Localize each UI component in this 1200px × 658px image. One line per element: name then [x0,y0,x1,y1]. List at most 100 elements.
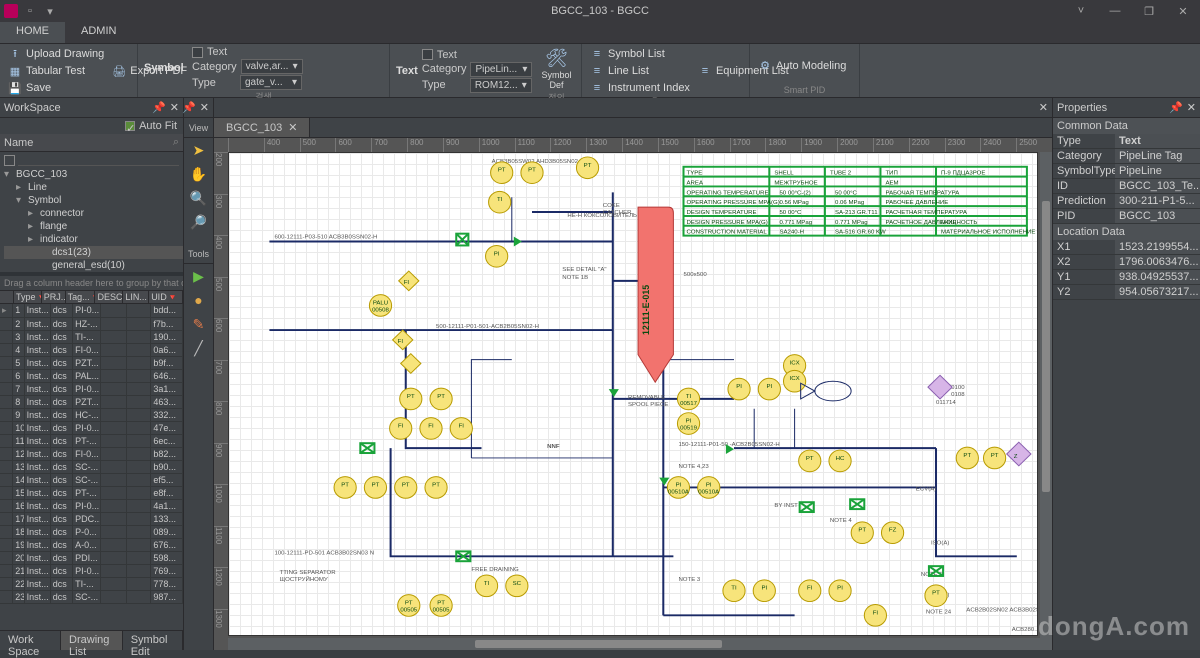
table-row[interactable]: 12Inst...dcsFI-0...b82... [0,448,183,461]
table-row[interactable]: 15Inst...dcsPT-...e8f... [0,487,183,500]
property-row[interactable]: SymbolTypePipeLine [1053,164,1200,179]
tree-node[interactable]: ▸indicator [4,233,183,246]
filter-check[interactable] [4,155,15,166]
table-row[interactable]: 6Inst...dcsPAL...646... [0,370,183,383]
pin-icon[interactable]: 📌 [152,101,166,114]
table-row[interactable]: 7Inst...dcsPI-0...3a1... [0,383,183,396]
table-row[interactable]: 18Inst...dcsP-0...089... [0,526,183,539]
table-row[interactable]: 4Inst...dcsFI-0...0a6... [0,344,183,357]
symbol-list-button[interactable]: ≡Symbol List [588,46,692,62]
name-column-header[interactable]: Name [4,137,33,149]
pin-icon[interactable]: 📌 [182,101,196,114]
property-row[interactable]: Y1938.04925537... [1053,270,1200,285]
minimize-button[interactable]: — [1098,0,1132,22]
table-row[interactable]: 23Inst...dcsSC-...987... [0,591,183,604]
symbol-def-button[interactable]: 🛠SymbolDef [538,46,575,91]
upload-drawing-button[interactable]: ⭱Upload Drawing [6,46,106,62]
workspace-bottom-tab[interactable]: Symbol Edit [123,631,183,650]
table-row[interactable]: 13Inst...dcsSC-...b90... [0,461,183,474]
tag-tool[interactable]: ✎ [184,312,213,336]
symbol-type-combo[interactable]: Typegate_v...▾ [192,75,303,90]
pipeline-type-combo[interactable]: TypeROM12...▾ [422,78,533,93]
close-button[interactable]: ✕ [1166,0,1200,22]
property-row[interactable]: X21796.0063476... [1053,255,1200,270]
table-row[interactable]: 16Inst...dcsPI-0...4a1... [0,500,183,513]
grid-header[interactable]: Type🔻 [14,291,42,303]
grid-header[interactable]: UID🔻 [149,291,183,303]
tree-node[interactable]: dcs1(23) [4,246,183,259]
pointer-tool[interactable]: ➤ [184,138,213,162]
table-row[interactable]: 14Inst...dcsSC-...ef5... [0,474,183,487]
zoom-in-tool[interactable]: 🔍 [184,186,213,210]
ribbon-collapse-icon[interactable]: ˅ [1064,0,1098,22]
table-row[interactable]: 19Inst...dcsA-0...676... [0,539,183,552]
property-row[interactable]: IDBGCC_103_Te... [1053,179,1200,194]
props-cat-common[interactable]: Common Data [1053,118,1200,134]
auto-modeling-button[interactable]: ⚙Auto Modeling [756,46,848,85]
pan-tool[interactable]: ✋ [184,162,213,186]
close-icon[interactable]: ✕ [288,121,297,134]
line-list-button[interactable]: ≡Line List [588,63,692,79]
table-row[interactable]: 10Inst...dcsPI-0...47e... [0,422,183,435]
table-row[interactable]: 5Inst...dcsPZT...b9f... [0,357,183,370]
table-row[interactable]: 9Inst...dcsHC-...332... [0,409,183,422]
symbol-category-combo[interactable]: Categoryvalve,ar...▾ [192,59,303,74]
instrument-index-button[interactable]: ≡Instrument Index [588,80,692,96]
maximize-button[interactable]: ❐ [1132,0,1166,22]
workspace-bottom-tab[interactable]: Work Space [0,631,61,650]
grid-header[interactable]: LIN...🔻 [123,291,149,303]
marker-tool[interactable]: ● [184,288,213,312]
drawing-canvas[interactable]: 600-12111-P03-510 ACB3B0SSN02-H 500-1211… [228,152,1038,636]
pin-icon[interactable]: 📌 [1169,101,1183,114]
tree-node[interactable]: ▸flange [4,220,183,233]
tab-home[interactable]: HOME [0,22,65,43]
table-row[interactable]: 2Inst...dcsHZ-...f7b... [0,318,183,331]
qat-down-icon[interactable]: ▾ [42,3,58,19]
document-tab[interactable]: BGCC_103✕ [214,118,310,137]
table-row[interactable]: 17Inst...dcsPDC...133... [0,513,183,526]
run-tool[interactable]: ▶ [184,264,213,288]
line-tool[interactable]: ╱ [184,336,213,360]
property-row[interactable]: TypeText [1053,134,1200,149]
table-row[interactable]: 22Inst...dcsTI-...778... [0,578,183,591]
grid-header[interactable] [0,291,14,303]
table-row[interactable]: 21Inst...dcsPI-0...769... [0,565,183,578]
table-row[interactable]: 3Inst...dcsTI-...190... [0,331,183,344]
close-icon[interactable]: ✕ [1039,101,1048,114]
tab-admin[interactable]: ADMIN [65,22,132,43]
table-row[interactable]: 20Inst...dcsPDI...598... [0,552,183,565]
filter-input[interactable] [18,154,179,166]
property-row[interactable]: CategoryPipeLine Tag [1053,149,1200,164]
save-button[interactable]: 💾Save [6,80,106,96]
zoom-out-tool[interactable]: 🔎 [184,210,213,234]
grid-header[interactable]: DESC🔻 [95,291,123,303]
svg-text:TUBE 2: TUBE 2 [830,171,852,177]
property-row[interactable]: X11523.2199554... [1053,240,1200,255]
props-cat-location[interactable]: Location Data [1053,224,1200,240]
tree-node[interactable]: ▸connector [4,207,183,220]
table-row[interactable]: 8Inst...dcsPZT...463... [0,396,183,409]
tree-node[interactable]: ▾Symbol [4,194,183,207]
property-row[interactable]: PIDBGCC_103 [1053,209,1200,224]
pipeline-category-combo[interactable]: CategoryPipeLin...▾ [422,62,533,77]
tree-node[interactable]: general_esd(10) [4,259,183,272]
workspace-bottom-tab[interactable]: Drawing List [61,631,123,650]
grid-header[interactable]: Tag...🔻 [66,291,96,303]
qat-new-icon[interactable]: ▫ [22,3,38,19]
close-icon[interactable]: ✕ [170,101,179,114]
close-icon[interactable]: ✕ [200,101,209,114]
scrollbar-horizontal[interactable] [228,638,1052,650]
pipeline-text-check[interactable]: Text [422,49,533,61]
tree-node[interactable]: ▾BGCC_103 [4,168,183,181]
tabular-test-button[interactable]: ▦Tabular Test [6,63,106,79]
symbol-text-check[interactable]: Text [192,46,303,58]
scrollbar-vertical[interactable] [1040,152,1052,638]
close-icon[interactable]: ✕ [1187,101,1196,114]
grid-header[interactable]: PRJ...🔻 [42,291,66,303]
table-row[interactable]: 11Inst...dcsPT-...6ec... [0,435,183,448]
tree-node[interactable]: ▸Line [4,181,183,194]
property-row[interactable]: Prediction300-211-P1-5... [1053,194,1200,209]
table-row[interactable]: ▸1Inst...dcsPI-0...bdd... [0,304,183,318]
property-row[interactable]: Y2954.05673217... [1053,285,1200,300]
auto-fit-check[interactable]: ✓Auto Fit [0,118,183,134]
